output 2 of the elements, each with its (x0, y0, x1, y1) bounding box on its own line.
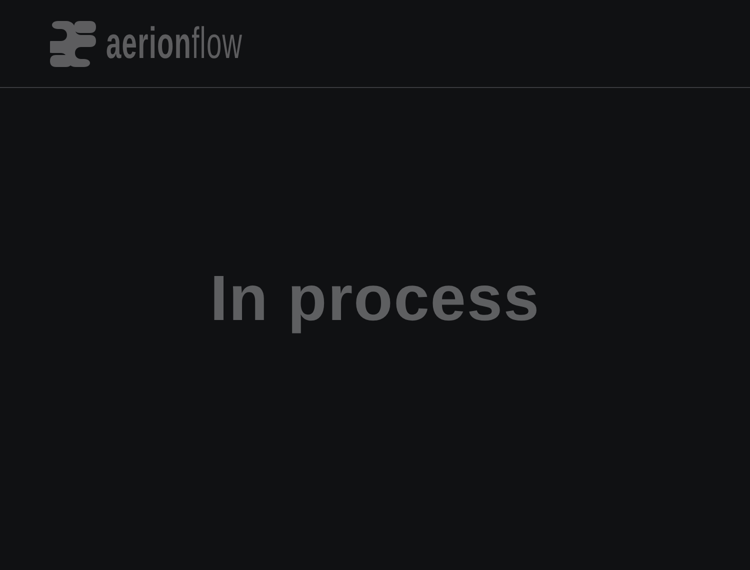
logo-text: aerionflow (106, 22, 243, 66)
logo-icon (50, 20, 96, 66)
